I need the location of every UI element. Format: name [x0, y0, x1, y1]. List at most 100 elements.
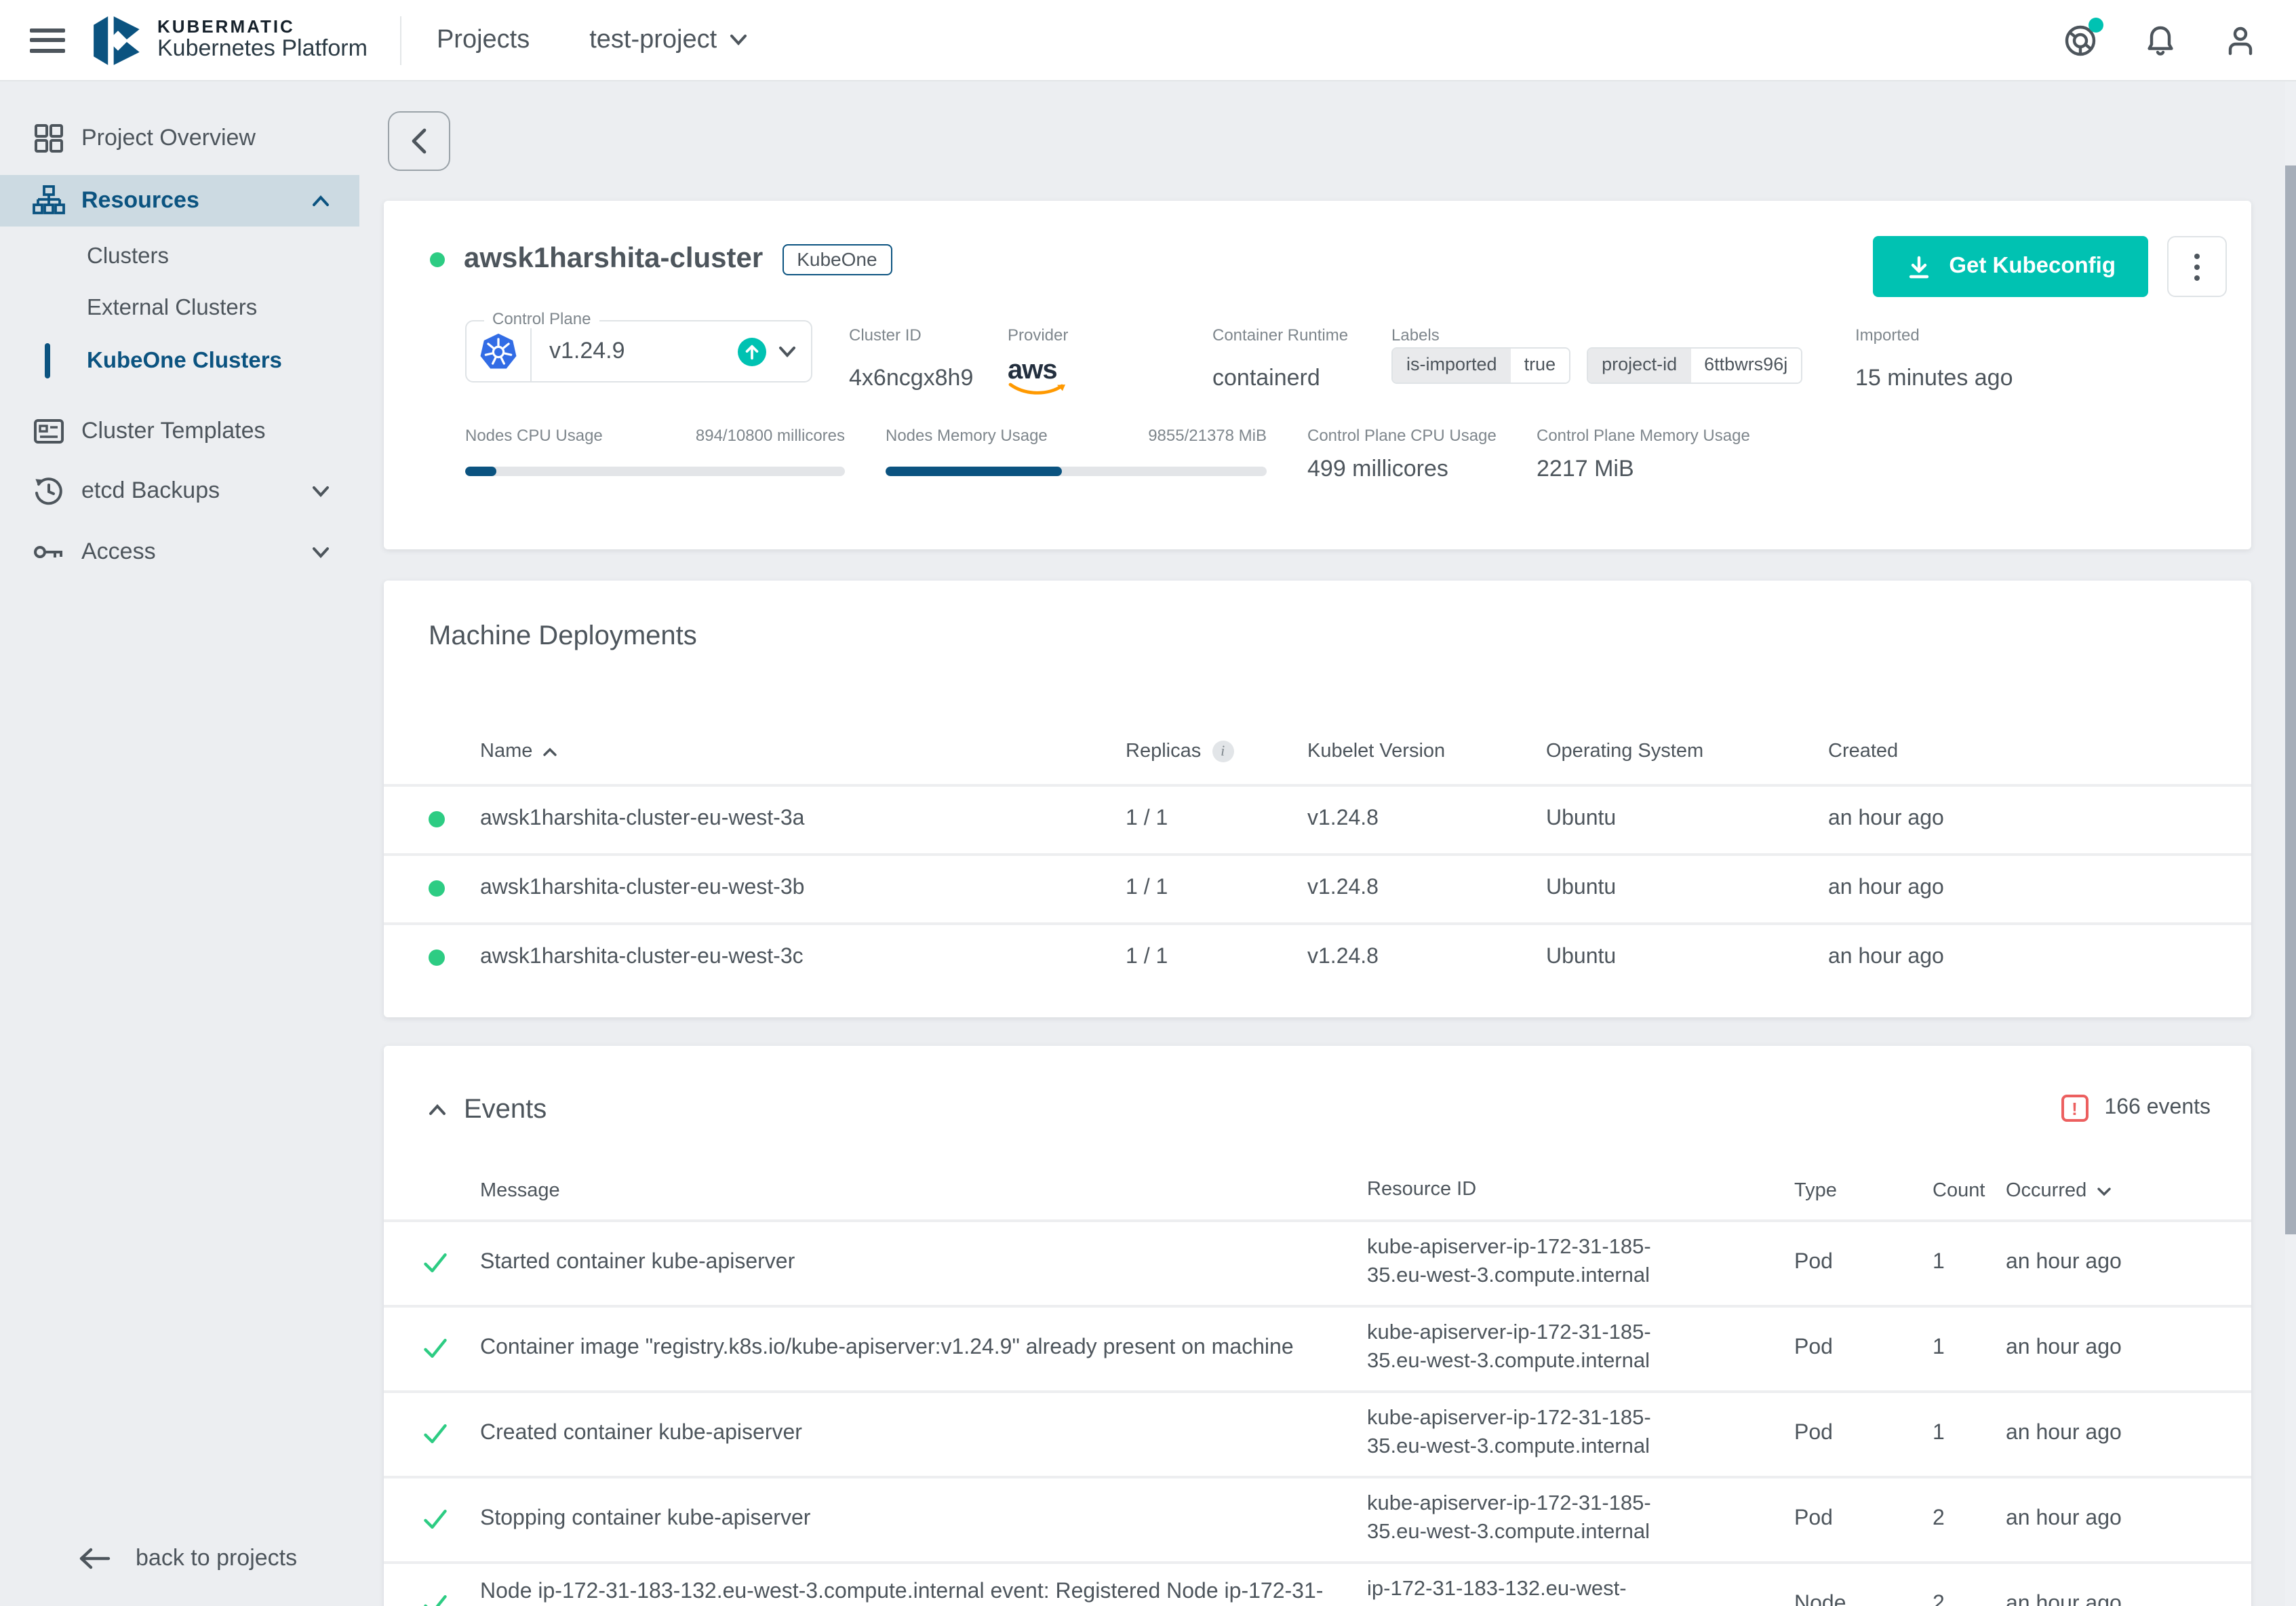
imported-label: Imported	[1855, 326, 1920, 345]
check-icon	[422, 1308, 449, 1388]
history-clock-icon	[33, 475, 65, 507]
column-header-name[interactable]: Name	[480, 732, 557, 770]
cluster-title-row: awsk1harshita-cluster KubeOne	[430, 239, 892, 279]
chevron-down-icon	[312, 546, 330, 558]
column-header-count[interactable]: Count	[1933, 1172, 1985, 1210]
event-resource: ip-172-31-183-132.eu-west-3.compute.inte…	[1367, 1575, 1655, 1606]
machine-deployment-row[interactable]: awsk1harshita-cluster-eu-west-3b 1 / 1 v…	[384, 853, 2251, 920]
events-header: Message Resource ID Type Count Occurred	[384, 1172, 2251, 1210]
collapse-chevron-up-icon[interactable]	[429, 1104, 446, 1116]
notification-dot	[2089, 17, 2103, 32]
imported-group: Imported 15 minutes ago	[1855, 323, 2013, 392]
event-type: Node	[1794, 1564, 1846, 1606]
nodes-cpu-label: Nodes CPU Usage	[465, 426, 603, 445]
bell-icon[interactable]	[2143, 22, 2178, 58]
user-icon[interactable]	[2223, 22, 2258, 58]
brand-subtitle: Kubernetes Platform	[157, 37, 368, 62]
runtime-label: Container Runtime	[1212, 326, 1348, 345]
nav-projects[interactable]: Projects	[437, 25, 530, 55]
get-kubeconfig-label: Get Kubeconfig	[1949, 254, 2116, 279]
event-row[interactable]: Started container kube-apiserver kube-ap…	[384, 1219, 2251, 1302]
event-message: Stopping container kube-apiserver	[480, 1506, 810, 1531]
sort-desc-icon	[2096, 1186, 2111, 1196]
event-row[interactable]: Stopping container kube-apiserver kube-a…	[384, 1476, 2251, 1559]
get-kubeconfig-button[interactable]: Get Kubeconfig	[1873, 236, 2148, 297]
column-header-created[interactable]: Created	[1828, 732, 1898, 770]
column-header-message[interactable]: Message	[480, 1172, 1355, 1210]
column-header-replicas[interactable]: Replicas i	[1126, 732, 1233, 770]
event-type: Pod	[1794, 1308, 1833, 1388]
sidebar-item-label: KubeOne Clusters	[87, 348, 282, 374]
kubermatic-logo[interactable]	[92, 14, 144, 66]
arrow-left-icon	[79, 1548, 111, 1569]
event-resource: kube-apiserver-ip-172-31-185-35.eu-west-…	[1367, 1319, 1655, 1376]
status-dot	[429, 787, 445, 850]
sidebar-item-resources[interactable]: Resources	[0, 175, 359, 227]
label-chip: is-imported true	[1391, 347, 1570, 384]
event-resource: kube-apiserver-ip-172-31-185-35.eu-west-…	[1367, 1490, 1655, 1547]
info-icon[interactable]: i	[1212, 741, 1233, 762]
labels-label: Labels	[1391, 326, 1440, 345]
control-plane-version: v1.24.9	[549, 338, 625, 365]
machine-deployments-card: Machine Deployments Name Replicas i Kube…	[384, 581, 2251, 1017]
sidebar-item-access[interactable]: Access	[0, 526, 359, 578]
imported-value: 15 minutes ago	[1855, 365, 2013, 392]
help-icon[interactable]	[2063, 22, 2098, 58]
sidebar-item-external-clusters[interactable]: External Clusters	[0, 285, 359, 331]
machine-deployment-row[interactable]: awsk1harshita-cluster-eu-west-3a 1 / 1 v…	[384, 784, 2251, 850]
event-count: 2	[1933, 1564, 1945, 1606]
md-name: awsk1harshita-cluster-eu-west-3b	[480, 856, 804, 920]
back-button[interactable]	[388, 111, 450, 171]
cluster-status-dot	[430, 252, 445, 267]
md-name: awsk1harshita-cluster-eu-west-3c	[480, 925, 804, 989]
brand-name: KUBERMATIC	[157, 18, 368, 37]
machine-deployment-row[interactable]: awsk1harshita-cluster-eu-west-3c 1 / 1 v…	[384, 922, 2251, 989]
resources-tree-icon	[33, 184, 65, 217]
event-row[interactable]: Container image "registry.k8s.io/kube-ap…	[384, 1305, 2251, 1388]
check-icon	[422, 1564, 449, 1606]
sidebar-item-kubeone-clusters[interactable]: KubeOne Clusters	[0, 338, 359, 384]
project-selector-value: test-project	[589, 25, 717, 55]
column-header-type[interactable]: Type	[1794, 1172, 1837, 1210]
back-to-projects-link[interactable]: back to projects	[0, 1535, 359, 1582]
sidebar-item-etcd-backups[interactable]: etcd Backups	[0, 465, 359, 517]
chevron-down-icon[interactable]	[778, 345, 796, 357]
cluster-menu-button[interactable]	[2167, 236, 2227, 297]
nodes-memory-bar	[886, 467, 1267, 476]
event-row[interactable]: Node ip-172-31-183-132.eu-west-3.compute…	[384, 1561, 2251, 1606]
sidebar-item-cluster-templates[interactable]: Cluster Templates	[0, 406, 359, 457]
alert-icon: !	[2061, 1095, 2088, 1122]
scrollbar-track[interactable]	[2285, 81, 2296, 1606]
column-header-kubelet[interactable]: Kubelet Version	[1307, 732, 1445, 770]
control-plane-label: Control Plane	[484, 309, 599, 328]
event-count: 2	[1933, 1478, 1945, 1559]
cp-cpu-value: 499 millicores	[1307, 456, 1448, 483]
event-message: Node ip-172-31-183-132.eu-west-3.compute…	[480, 1580, 1355, 1606]
key-icon	[33, 536, 65, 568]
sidebar-item-clusters[interactable]: Clusters	[0, 233, 359, 279]
event-occurred: an hour ago	[2006, 1308, 2122, 1388]
md-created: an hour ago	[1828, 856, 1944, 920]
scrollbar-thumb[interactable]	[2285, 165, 2296, 1234]
cluster-id-group: Cluster ID 4x6ncgx8h9	[849, 323, 973, 392]
md-replicas: 1 / 1	[1126, 925, 1168, 989]
event-occurred: an hour ago	[2006, 1222, 2122, 1302]
sidebar-item-project-overview[interactable]: Project Overview	[0, 113, 359, 164]
upgrade-available-icon[interactable]	[738, 337, 766, 366]
project-selector[interactable]: test-project	[589, 25, 747, 55]
cluster-id-value: 4x6ncgx8h9	[849, 365, 973, 392]
column-header-resource[interactable]: Resource ID	[1367, 1172, 1655, 1210]
md-os: Ubuntu	[1546, 856, 1616, 920]
sidebar-item-label: Resources	[81, 187, 199, 214]
md-created: an hour ago	[1828, 787, 1944, 850]
back-to-projects-label: back to projects	[136, 1545, 297, 1572]
column-header-occurred[interactable]: Occurred	[2006, 1172, 2111, 1210]
sidebar-item-label: Cluster Templates	[81, 418, 266, 445]
label-value: 6ttbwrs96j	[1690, 349, 1801, 383]
control-plane-version-select[interactable]: Control Plane	[465, 320, 812, 383]
event-row[interactable]: Created container kube-apiserver kube-ap…	[384, 1390, 2251, 1473]
nodes-memory-value: 9855/21378 MiB	[1021, 426, 1267, 445]
hamburger-menu-icon[interactable]	[30, 28, 65, 52]
column-header-os[interactable]: Operating System	[1546, 732, 1703, 770]
label-key: is-imported	[1393, 349, 1511, 383]
